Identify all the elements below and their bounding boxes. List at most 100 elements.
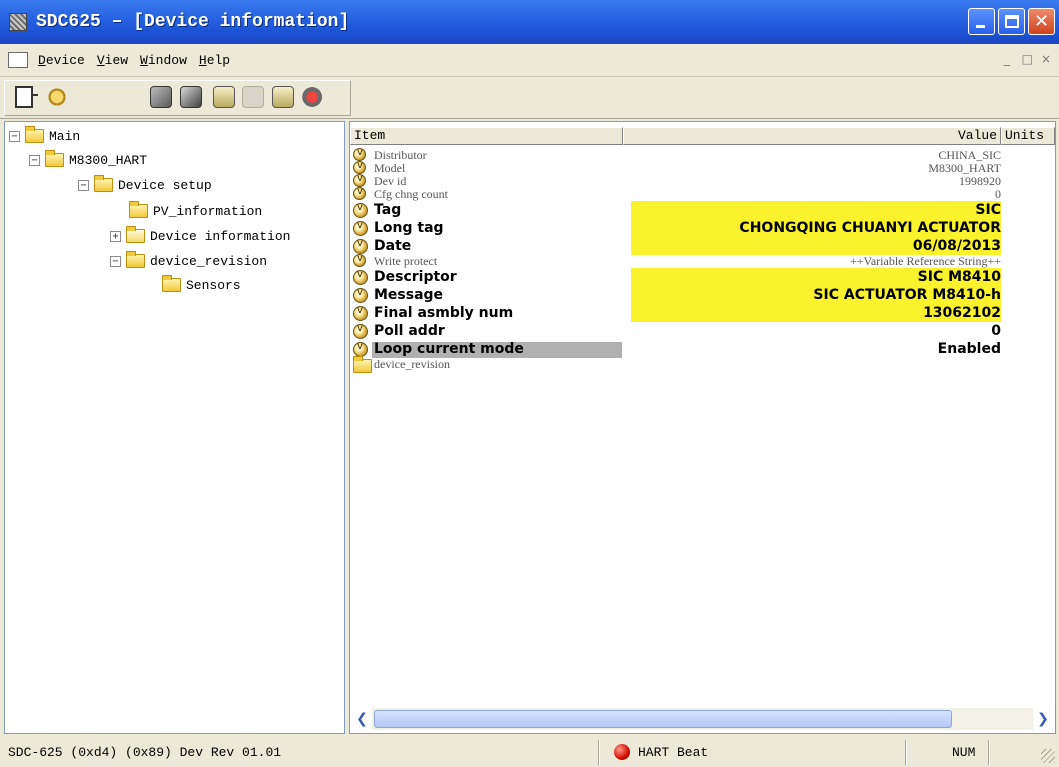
status-divider: [988, 740, 990, 765]
variable-icon: [353, 269, 368, 285]
help-icon: [46, 86, 68, 108]
status-divider: [598, 740, 600, 765]
table-row[interactable]: Poll addr 0: [350, 322, 1055, 340]
tree-node-sensors[interactable]: Sensors: [162, 275, 241, 295]
disconnect-device-button[interactable]: [180, 86, 204, 110]
variable-icon: [353, 341, 368, 357]
window-controls: ✕: [968, 8, 1055, 35]
sync-button[interactable]: [213, 86, 237, 110]
close-icon: ✕: [1033, 11, 1050, 32]
variable-icon: [353, 287, 368, 303]
folder-icon: [94, 175, 113, 192]
table-row[interactable]: Write protect ++Variable Reference String…: [350, 253, 1055, 268]
close-device-button[interactable]: [300, 86, 324, 110]
help-button[interactable]: [46, 86, 70, 110]
collapse-icon[interactable]: −: [110, 255, 121, 267]
disconnect-device-icon: [180, 86, 202, 108]
minimize-button[interactable]: [968, 8, 995, 35]
table-row[interactable]: Loop current mode Enabled: [350, 340, 1055, 358]
connect-device-button[interactable]: [150, 86, 174, 110]
row-label: Long tag: [374, 220, 444, 236]
row-value: 0: [991, 323, 1001, 339]
maximize-button[interactable]: [998, 8, 1025, 35]
variable-icon: [353, 323, 368, 339]
row-value[interactable]: SIC: [975, 201, 1001, 219]
row-label: Loop current mode: [374, 341, 524, 357]
mdi-restore-button[interactable]: □: [1018, 52, 1033, 66]
status-divider: [905, 740, 907, 765]
row-label: Final asmbly num: [374, 305, 514, 321]
table-row[interactable]: Dev id1998920: [350, 173, 1055, 188]
tree-node-pv-information[interactable]: PV_information: [129, 201, 262, 221]
folder-icon: [45, 150, 64, 167]
menu-view[interactable]: View: [91, 53, 134, 68]
folder-icon: [162, 275, 181, 292]
mdi-controls: _ □ ×: [1004, 52, 1051, 66]
table-row[interactable]: Final asmbly num 13062102: [350, 304, 1055, 322]
mdi-close-button[interactable]: ×: [1041, 52, 1051, 66]
scrollbar-thumb[interactable]: [374, 710, 952, 728]
table-row[interactable]: Message SIC ACTUATOR M8410-h: [350, 286, 1055, 304]
close-device-icon: [300, 86, 322, 108]
tree-node-main[interactable]: − Main: [9, 126, 80, 146]
row-label: Message: [374, 287, 444, 303]
toolbar: [0, 77, 1059, 119]
tree-node-device-setup[interactable]: − Device setup: [78, 175, 212, 195]
upload-button[interactable]: [272, 86, 296, 110]
expand-icon[interactable]: +: [110, 230, 121, 242]
column-header-units[interactable]: Units: [1001, 127, 1055, 145]
collapse-icon[interactable]: −: [78, 179, 89, 191]
row-value[interactable]: SIC ACTUATOR M8410-h: [813, 286, 1001, 304]
row-value[interactable]: 13062102: [923, 304, 1001, 322]
table-row[interactable]: Descriptor SIC M8410: [350, 268, 1055, 286]
variables-list-pane[interactable]: Item Value Units DistributorCHINA_SICMod…: [349, 121, 1056, 734]
collapse-icon[interactable]: −: [29, 154, 40, 166]
horizontal-scrollbar[interactable]: ❮ ❯: [352, 708, 1053, 730]
variable-icon: [353, 305, 368, 321]
tree-node-m8300-hart[interactable]: − M8300_HART: [29, 150, 147, 170]
app-icon: [9, 13, 27, 31]
menu-bar: Device View Window Help _ □ ×: [0, 44, 1059, 77]
row-label: Poll addr: [374, 323, 445, 339]
row-value[interactable]: 06/08/2013: [913, 237, 1001, 255]
status-numlock: NUM: [952, 745, 976, 760]
status-device-info: SDC-625 (0xd4) (0x89) Dev Rev 01.01: [8, 745, 282, 760]
folder-icon: [25, 126, 44, 143]
new-document-icon[interactable]: [15, 86, 38, 108]
table-row[interactable]: Cfg chng count 0: [350, 186, 1055, 201]
column-header-item[interactable]: Item: [350, 127, 623, 145]
table-row[interactable]: ModelM8300_HART: [350, 160, 1055, 175]
tree-node-device-revision[interactable]: − device_revision: [110, 251, 267, 271]
scrollbar-track[interactable]: [372, 708, 1033, 730]
row-label: Descriptor: [374, 269, 457, 285]
menu-window[interactable]: Window: [134, 53, 193, 68]
device-tree-pane[interactable]: − Main − M8300_HART − Device setup PV_in…: [4, 121, 345, 734]
scroll-right-icon[interactable]: ❯: [1033, 708, 1053, 730]
table-row[interactable]: Long tag CHONGQING CHUANYI ACTUATOR: [350, 219, 1055, 237]
menu-device[interactable]: Device: [32, 53, 91, 68]
variable-icon: [353, 238, 368, 254]
row-value: 0: [995, 187, 1001, 201]
table-row[interactable]: Date 06/08/2013: [350, 237, 1055, 255]
table-row[interactable]: Tag SIC: [350, 201, 1055, 219]
status-bar: SDC-625 (0xd4) (0x89) Dev Rev 01.01 HART…: [0, 738, 1059, 767]
menu-help[interactable]: Help: [193, 53, 236, 68]
row-label: Cfg chng count: [374, 187, 448, 201]
collapse-icon[interactable]: −: [9, 130, 20, 142]
row-value[interactable]: CHONGQING CHUANYI ACTUATOR: [739, 219, 1001, 237]
scroll-left-icon[interactable]: ❮: [352, 708, 372, 730]
connect-device-icon: [150, 86, 172, 108]
offline-button[interactable]: [242, 86, 266, 110]
variable-icon: [353, 186, 366, 200]
tree-node-device-information[interactable]: + Device information: [110, 226, 290, 246]
title-bar: SDC625 – [Device information] ✕: [0, 0, 1059, 44]
column-header-value[interactable]: Value: [623, 127, 1001, 145]
table-row[interactable]: device_revision: [350, 356, 1055, 373]
window-title: SDC625 – [Device information]: [36, 12, 350, 32]
mdi-minimize-button[interactable]: _: [1004, 52, 1010, 66]
row-value[interactable]: SIC M8410: [918, 268, 1001, 286]
document-icon[interactable]: [8, 52, 28, 68]
upload-icon: [272, 86, 294, 108]
resize-grip-icon[interactable]: [1041, 749, 1055, 763]
close-button[interactable]: ✕: [1028, 8, 1055, 35]
